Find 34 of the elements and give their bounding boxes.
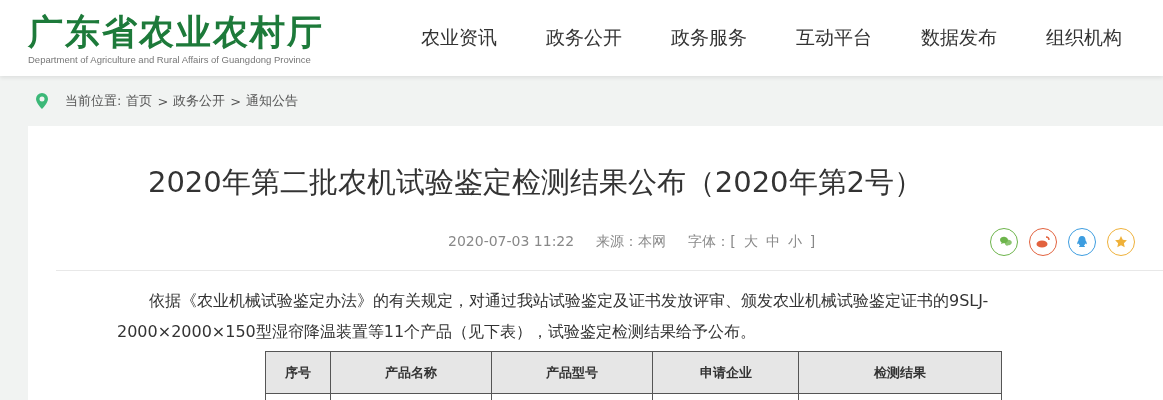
breadcrumb-separator: >: [157, 93, 169, 109]
share-button[interactable]: [1107, 228, 1135, 256]
article-paragraph: 依据《农业机械试验鉴定办法》的有关规定，对通过我站试验鉴定及证书发放评审、颁发农业机械试验鉴定证书的9SLJ-2000×2000×150型湿帘降温装置等11个产品（见下表），试验鉴定检测结果给予公布。: [117, 290, 990, 343]
nav-link[interactable]: 数据发布: [896, 25, 1021, 51]
bracket: ]: [809, 233, 816, 251]
font-size-link[interactable]: 中: [765, 233, 780, 251]
site-subtitle: Department of Agriculture and Rural Affairs of Guangdong Province: [28, 53, 312, 65]
site-title: 广东省农业农村厅: [28, 11, 325, 52]
nav-link[interactable]: 政务服务: [646, 25, 771, 51]
publish-date: 2020-07-03 11:22: [448, 233, 575, 251]
share-button[interactable]: [1068, 228, 1096, 256]
column-header: 产品名称: [330, 351, 492, 394]
nav-link[interactable]: 互动平台: [771, 25, 896, 51]
font-size-link[interactable]: 小: [787, 233, 802, 251]
breadcrumb-link[interactable]: 通知公告: [246, 92, 299, 110]
source-label: 来源：本网: [596, 233, 667, 251]
swirl-eye-icon: [1034, 233, 1052, 251]
share-button[interactable]: [1029, 228, 1057, 256]
location-pin-icon: [36, 93, 48, 109]
column-header: 产品型号: [491, 351, 653, 394]
column-header: 申请企业: [652, 351, 799, 394]
nav-link[interactable]: 农业资讯: [396, 25, 521, 51]
breadcrumb-label: 当前位置:: [65, 92, 122, 110]
nav-link[interactable]: 政务公开: [521, 25, 646, 51]
breadcrumb-separator: >: [230, 93, 242, 109]
article-title: 2020年第二批农机试验鉴定检测结果公布（2020年第2号）: [146, 164, 925, 201]
font-size-label: 字体：[: [688, 233, 736, 251]
share-button[interactable]: [990, 228, 1018, 256]
column-header: 检测结果: [798, 351, 1002, 394]
breadcrumb-link[interactable]: 首页: [126, 92, 153, 110]
nav-link[interactable]: 组织机构: [1021, 25, 1146, 51]
column-header: 序号: [265, 351, 331, 394]
font-size-link[interactable]: 大: [743, 233, 758, 251]
breadcrumb-link[interactable]: 政务公开: [173, 92, 226, 110]
